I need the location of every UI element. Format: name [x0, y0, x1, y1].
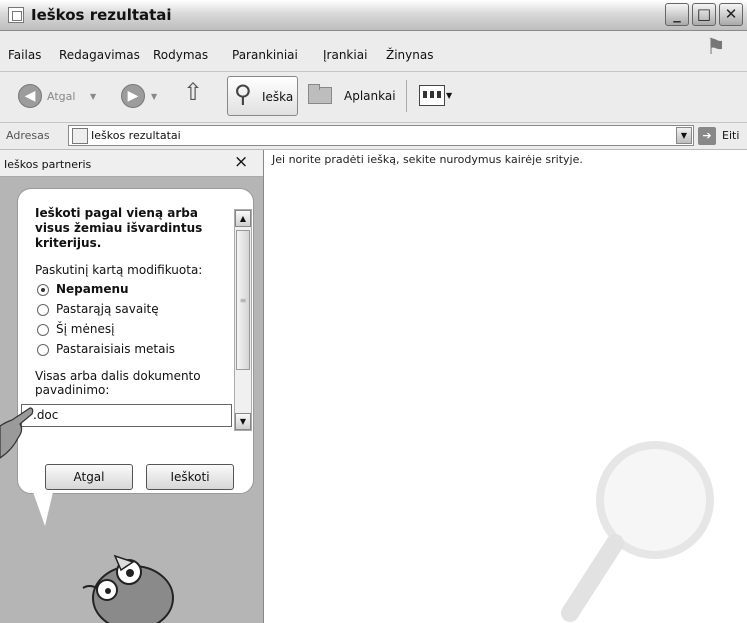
- panel-close-icon[interactable]: ×: [234, 152, 248, 172]
- menu-view[interactable]: Rodymas: [153, 48, 208, 62]
- address-bar: Adresas Ieškos rezultatai ▼ ➔ Eiti: [0, 123, 747, 150]
- back-button[interactable]: Atgal: [45, 464, 133, 490]
- folders-icon[interactable]: [304, 82, 334, 104]
- radio-this-month[interactable]: [37, 324, 49, 336]
- back-arrow-icon[interactable]: ◀: [18, 84, 42, 108]
- address-value: Ieškos rezultatai: [91, 129, 181, 142]
- windows-logo-icon: ⚑: [706, 35, 726, 60]
- filename-label: Visas arba dalis dokumento pavadinimo:: [35, 369, 201, 397]
- panel-header: Ieškos partneris ×: [0, 150, 263, 177]
- menu-tools[interactable]: Įrankiai: [323, 48, 367, 62]
- menu-favorites[interactable]: Parankiniai: [232, 48, 298, 62]
- search-heading: Ieškoti pagal vieną arba visus žemiau iš…: [35, 206, 203, 250]
- radio-last-week[interactable]: [37, 304, 49, 316]
- scroll-up-icon[interactable]: ▲: [235, 210, 251, 227]
- forward-arrow-icon[interactable]: ▶: [121, 84, 145, 108]
- bubble-tail: [33, 492, 53, 526]
- address-label: Adresas: [6, 129, 50, 142]
- window-icon: [8, 7, 24, 23]
- menu-file[interactable]: Failas: [8, 48, 41, 62]
- search-dog-character-icon: [82, 554, 174, 623]
- option-this-month[interactable]: Šį mėnesį: [56, 322, 114, 336]
- close-button[interactable]: ✕: [719, 3, 743, 26]
- search-label: Ieška: [262, 90, 294, 104]
- window-title: Ieškos rezultatai: [31, 6, 172, 24]
- pointing-hand-icon: [0, 407, 34, 459]
- search-button[interactable]: ⚲ Ieška: [227, 76, 298, 116]
- views-dropdown-icon[interactable]: ▼: [446, 91, 452, 100]
- scroll-down-icon[interactable]: ▼: [235, 413, 251, 430]
- results-message: Jei norite pradėti iešką, sekite nurodym…: [272, 153, 583, 166]
- address-page-icon: [72, 128, 88, 144]
- magnifier-icon: ⚲: [234, 80, 252, 108]
- menu-edit[interactable]: Redagavimas: [59, 48, 140, 62]
- bubble-scrollbar[interactable]: ▲ ≡ ▼: [234, 209, 252, 431]
- option-last-year[interactable]: Pastaraisiais metais: [56, 342, 175, 356]
- maximize-button[interactable]: □: [692, 3, 716, 26]
- toolbar: ◀ Atgal ▼ ▶ ▼ ⇧ ⚲ Ieška Aplankai ▼: [0, 72, 747, 123]
- modified-label: Paskutinį kartą modifikuota:: [35, 263, 203, 277]
- address-dropdown-icon[interactable]: ▼: [676, 127, 692, 144]
- search-submit-button[interactable]: Ieškoti: [146, 464, 234, 490]
- folders-label[interactable]: Aplankai: [344, 89, 396, 103]
- magnifier-watermark-icon: [561, 441, 714, 622]
- search-bubble: Ieškoti pagal vieną arba visus žemiau iš…: [17, 188, 254, 494]
- scroll-thumb[interactable]: ≡: [236, 230, 250, 370]
- panel-title: Ieškos partneris: [4, 158, 92, 171]
- back-dropdown-icon[interactable]: ▼: [90, 92, 96, 101]
- forward-dropdown-icon[interactable]: ▼: [151, 92, 157, 101]
- search-companion-panel: Ieškos partneris × Ieškoti pagal vieną a…: [0, 150, 264, 623]
- views-icon[interactable]: [419, 85, 445, 106]
- title-bar: Ieškos rezultatai _ □ ✕: [0, 0, 747, 31]
- menu-bar: Failas Redagavimas Rodymas Parankiniai Į…: [0, 31, 747, 72]
- radio-last-year[interactable]: [37, 344, 49, 356]
- option-last-week[interactable]: Pastarąją savaitę: [56, 302, 159, 316]
- address-field[interactable]: Ieškos rezultatai: [68, 125, 694, 146]
- up-folder-icon[interactable]: ⇧: [183, 78, 203, 106]
- minimize-button[interactable]: _: [665, 3, 689, 26]
- toolbar-separator: [406, 80, 407, 112]
- filename-input[interactable]: *.doc: [21, 404, 232, 427]
- menu-help[interactable]: Žinynas: [386, 48, 433, 62]
- back-label[interactable]: Atgal: [47, 90, 75, 103]
- option-dont-remember[interactable]: Nepamenu: [56, 282, 129, 296]
- go-arrow-icon[interactable]: ➔: [698, 127, 716, 145]
- go-label[interactable]: Eiti: [722, 129, 739, 142]
- radio-dont-remember[interactable]: [37, 284, 49, 296]
